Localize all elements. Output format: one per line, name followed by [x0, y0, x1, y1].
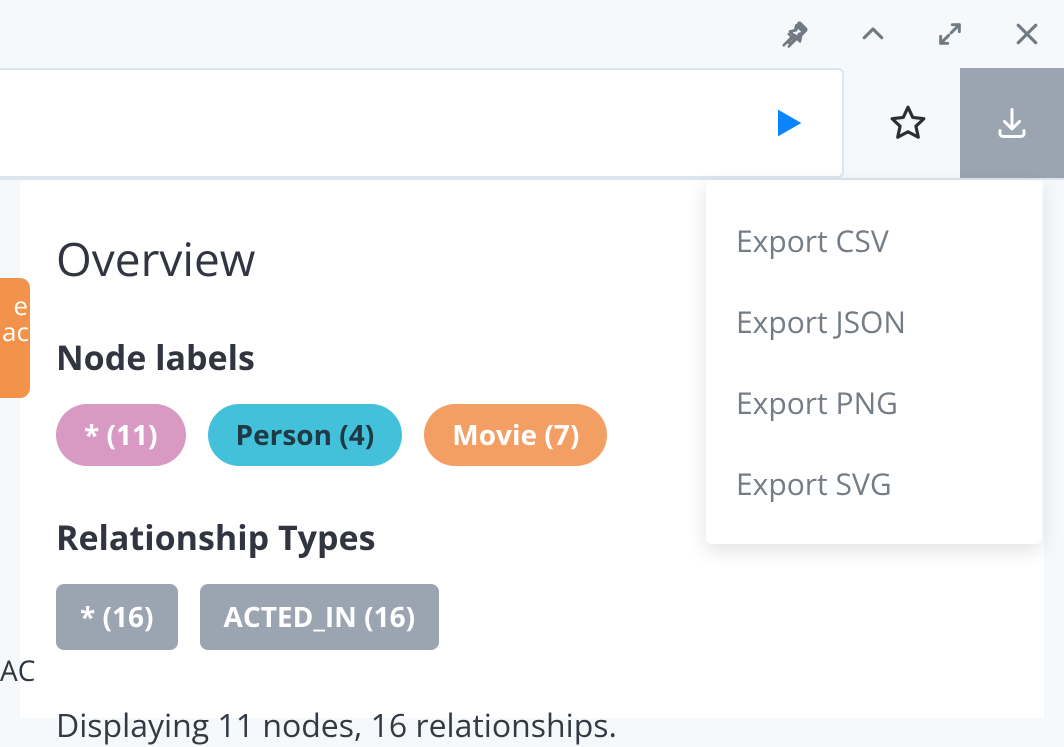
- expand-icon[interactable]: [936, 20, 964, 48]
- export-csv[interactable]: Export CSV: [706, 200, 1042, 281]
- relationship-type-all[interactable]: * (16): [56, 584, 178, 650]
- query-editor[interactable]: [0, 68, 844, 178]
- favorite-button[interactable]: [856, 68, 960, 178]
- partial-node-badge: e ac: [0, 278, 30, 398]
- partial-text-fragment: AC: [0, 652, 35, 690]
- run-button[interactable]: [768, 103, 808, 143]
- toolbar: [0, 68, 1064, 180]
- export-png[interactable]: Export PNG: [706, 362, 1042, 443]
- node-label-all[interactable]: * (11): [56, 404, 186, 466]
- export-svg[interactable]: Export SVG: [706, 443, 1042, 524]
- export-json[interactable]: Export JSON: [706, 281, 1042, 362]
- window-controls: [0, 0, 1064, 68]
- download-button[interactable]: [960, 68, 1064, 178]
- pin-icon[interactable]: [780, 19, 810, 49]
- node-label-movie[interactable]: Movie (7): [424, 404, 607, 466]
- display-status: Displaying 11 nodes, 16 relationships.: [56, 704, 1044, 747]
- relationship-types-row: * (16) ACTED_IN (16): [56, 584, 1044, 650]
- chevron-up-icon[interactable]: [858, 19, 888, 49]
- close-icon[interactable]: [1012, 19, 1042, 49]
- relationship-type-acted-in[interactable]: ACTED_IN (16): [200, 584, 440, 650]
- node-label-person[interactable]: Person (4): [208, 404, 403, 466]
- export-menu: Export CSV Export JSON Export PNG Export…: [706, 180, 1042, 544]
